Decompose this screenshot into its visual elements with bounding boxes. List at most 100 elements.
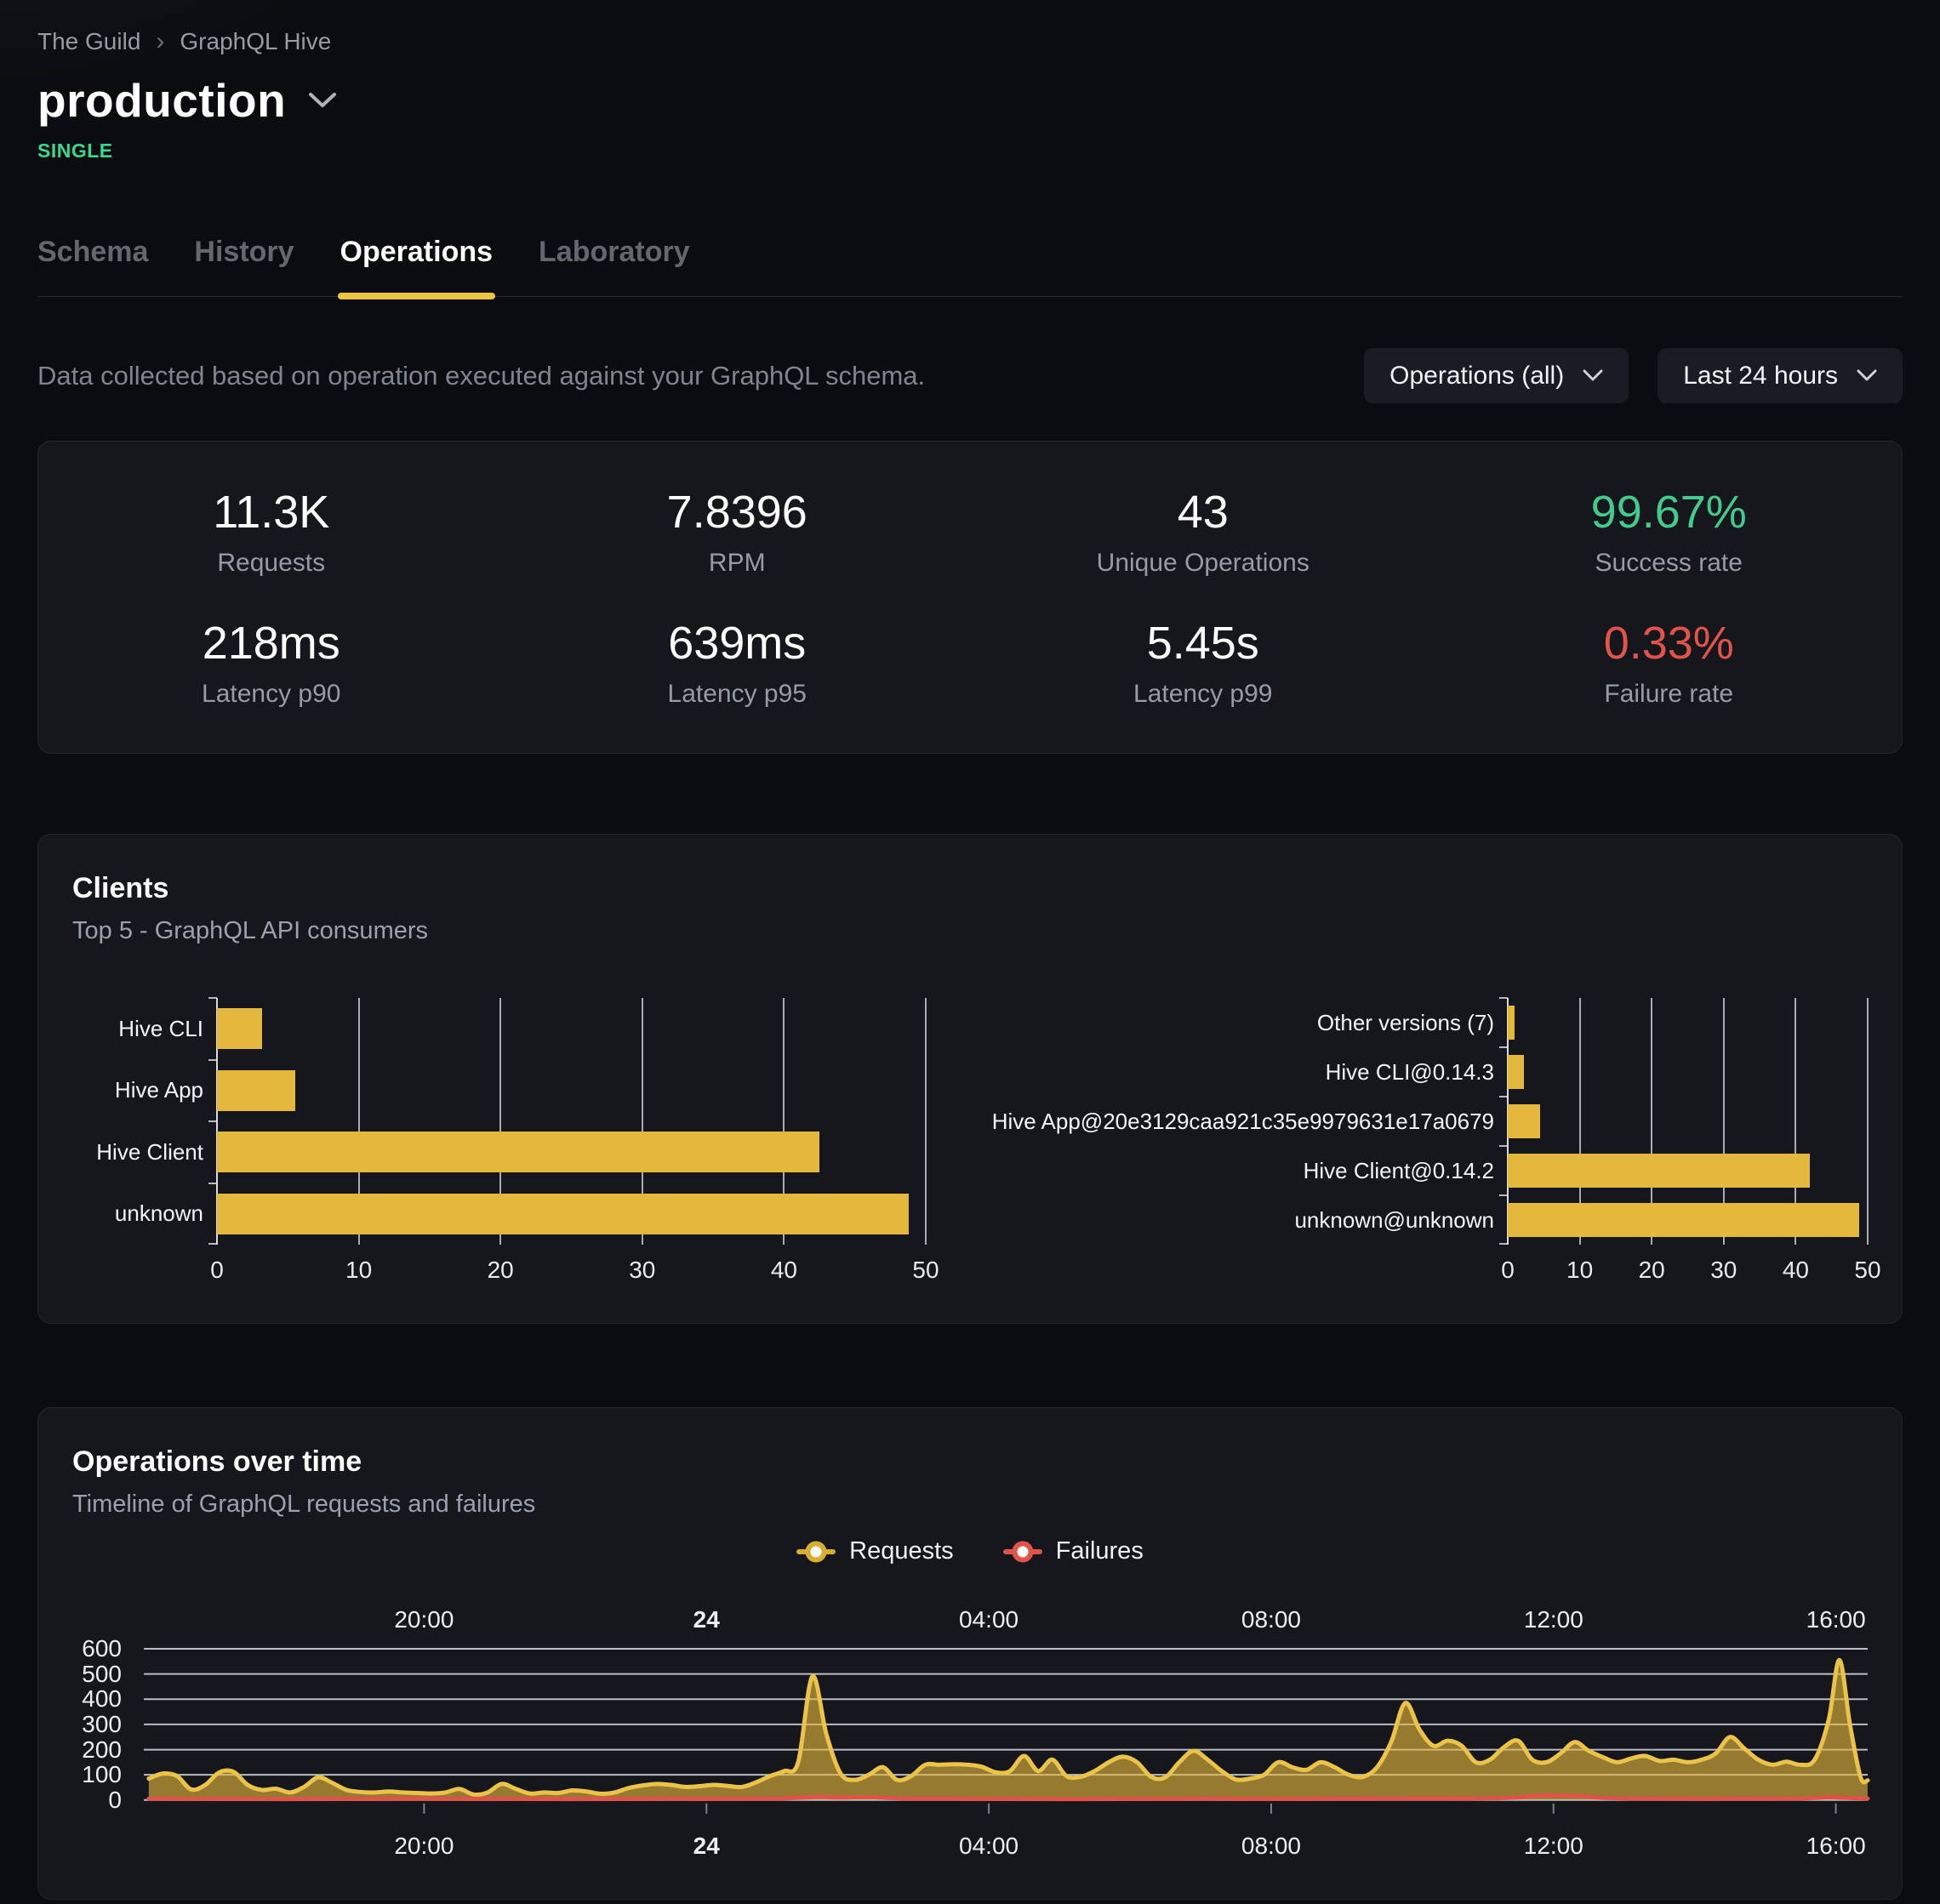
bar-chart-axis-row: 01020304050 [1014, 1245, 1868, 1285]
tab-laboratory[interactable]: Laboratory [539, 236, 690, 296]
axis-spacer [72, 1245, 217, 1285]
x-axis-label: 24 [693, 1833, 720, 1860]
timeline-y-axis: 0100200300400500600 [72, 1642, 122, 1821]
legend-failures-label: Failures [1056, 1537, 1144, 1565]
bar[interactable] [1508, 1104, 1540, 1138]
bar-label: Hive App [72, 1060, 217, 1122]
chevron-down-icon [1857, 369, 1877, 382]
header: The Guild › GraphQL Hive production SING… [37, 0, 1903, 297]
bar-chart-labels: Hive CLIHive AppHive Clientunknown [72, 998, 217, 1245]
clients-charts: Hive CLIHive AppHive Clientunknown 0 10 20 3… [72, 998, 1868, 1285]
client-versions-bar-chart[interactable]: Other versions (7)Hive CLI@0.14.3Hive Ap… [1014, 998, 1868, 1285]
bar-chart-plot [217, 998, 926, 1245]
breadcrumb-org[interactable]: The Guild [37, 28, 140, 55]
operations-filter-value: Operations (all) [1389, 362, 1564, 390]
period-filter-value: Last 24 hours [1683, 362, 1838, 390]
bar-label: Hive App@20e3129caa921c35e9979631e17a067… [1014, 1097, 1508, 1146]
bar[interactable] [217, 1070, 295, 1111]
clients-card-title: Clients [72, 872, 1868, 905]
stat-failure-rate: 0.33%Failure rate [1436, 617, 1903, 709]
bar-chart-axis-row: 01020304050 [72, 1245, 926, 1285]
x-axis-label: 20:00 [394, 1833, 454, 1860]
bar-row [1508, 1146, 1868, 1195]
x-axis-label: 16:00 [1806, 1606, 1866, 1633]
operations-over-time-card: Operations over time Timeline of GraphQL… [37, 1407, 1903, 1900]
axis-tick-label: 30 [629, 1257, 655, 1284]
x-axis-label: 04:00 [959, 1606, 1018, 1633]
bar-row [1508, 998, 1868, 1047]
tab-bar: Schema History Operations Laboratory [37, 236, 1903, 297]
stat-latency-p95: 639msLatency p95 [505, 617, 971, 709]
bar[interactable] [217, 1194, 909, 1234]
requests-marker-icon [796, 1539, 836, 1565]
bar-label: Hive CLI [72, 998, 217, 1060]
axis-tick-label: 40 [1783, 1257, 1809, 1284]
stat-latency-p99: 5.45sLatency p99 [970, 617, 1436, 709]
clients-card-subtitle: Top 5 - GraphQL API consumers [72, 917, 1868, 945]
failures-marker-icon [1003, 1539, 1042, 1565]
tab-operations[interactable]: Operations [340, 236, 493, 296]
bar-row [1508, 1097, 1868, 1146]
axis-tick-label: 10 [1566, 1257, 1593, 1284]
bar-chart-body: Other versions (7)Hive CLI@0.14.3Hive Ap… [1014, 998, 1868, 1245]
axis-tick-label: 50 [912, 1257, 939, 1284]
axis-tick-label: 0 [1501, 1257, 1515, 1284]
timeline-svg [144, 1642, 1868, 1821]
axis-tick-label: 50 [1854, 1257, 1880, 1284]
axis-tick-label: 10 [345, 1257, 372, 1284]
breadcrumb: The Guild › GraphQL Hive [37, 0, 1903, 56]
x-axis-label: 12:00 [1524, 1606, 1583, 1633]
bar-label: Hive Client@0.14.2 [1014, 1146, 1508, 1195]
stat-rpm: 7.8396RPM [505, 486, 971, 578]
bar[interactable] [1508, 1055, 1524, 1089]
operations-filter-select[interactable]: Operations (all) [1364, 348, 1629, 403]
legend-requests-label: Requests [849, 1537, 954, 1565]
page-title: production [37, 73, 286, 128]
timeline-chart: 20:00 24 04:00 08:00 12:00 16:00 010020030040… [72, 1606, 1868, 1860]
timeline-legend: Requests Failures [72, 1537, 1868, 1565]
bar-chart-body: Hive CLIHive AppHive Clientunknown [72, 998, 926, 1245]
axis-tick-label: 40 [771, 1257, 797, 1284]
x-axis: 01020304050 [1508, 1245, 1868, 1285]
stat-unique-operations: 43Unique Operations [970, 486, 1436, 578]
x-axis-label: 20:00 [394, 1606, 454, 1633]
x-axis-label: 08:00 [1241, 1833, 1301, 1860]
bar-row [1508, 1047, 1868, 1097]
axis-spacer [1014, 1245, 1508, 1285]
tab-schema[interactable]: Schema [37, 236, 148, 296]
bar[interactable] [217, 1008, 262, 1049]
y-axis-label: 400 [82, 1685, 122, 1713]
clients-card: Clients Top 5 - GraphQL API consumers Hi… [37, 834, 1903, 1324]
tab-history[interactable]: History [194, 236, 294, 296]
axis-tick-label: 20 [488, 1257, 514, 1284]
y-axis-label: 500 [82, 1661, 122, 1688]
bar-label: unknown@unknown [1014, 1195, 1508, 1245]
timeline-plot[interactable]: 0100200300400500600 [144, 1642, 1868, 1821]
bar-row [217, 1183, 926, 1246]
target-selector-button[interactable] [308, 92, 337, 109]
legend-item-failures[interactable]: Failures [1003, 1537, 1144, 1565]
period-filter-select[interactable]: Last 24 hours [1658, 348, 1903, 403]
clients-bar-chart[interactable]: Hive CLIHive AppHive Clientunknown010203… [72, 998, 926, 1285]
requests-area [149, 1660, 1868, 1800]
bar-label: Other versions (7) [1014, 998, 1508, 1047]
y-axis-label: 200 [82, 1736, 122, 1764]
bar[interactable] [1508, 1006, 1515, 1040]
filter-selects: Operations (all) Last 24 hours [1364, 348, 1903, 403]
bar[interactable] [1508, 1154, 1810, 1188]
bar-row [217, 1060, 926, 1122]
timeline-card-subtitle: Timeline of GraphQL requests and failure… [72, 1491, 1868, 1519]
legend-item-requests[interactable]: Requests [796, 1537, 954, 1565]
axis-tick-label: 20 [1639, 1257, 1665, 1284]
bar-row [1508, 1195, 1868, 1245]
bar-chart-labels: Other versions (7)Hive CLI@0.14.3Hive Ap… [1014, 998, 1508, 1245]
title-row: production [37, 73, 1903, 128]
bar[interactable] [217, 1132, 819, 1172]
y-axis-label: 300 [82, 1711, 122, 1738]
chevron-down-icon [1583, 369, 1603, 382]
x-axis-label: 04:00 [959, 1833, 1018, 1860]
breadcrumb-project[interactable]: GraphQL Hive [180, 28, 331, 55]
stat-requests: 11.3KRequests [38, 486, 505, 578]
filter-row: Data collected based on operation execut… [37, 348, 1903, 403]
bar[interactable] [1508, 1203, 1859, 1237]
